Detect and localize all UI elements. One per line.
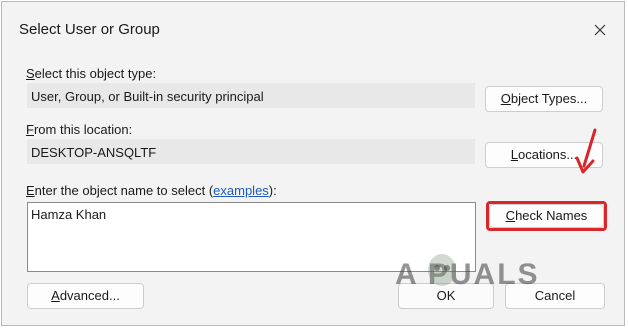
location-field: DESKTOP-ANSQLTF <box>27 139 475 164</box>
object-type-label: Select this object type: <box>26 66 157 81</box>
title-bar: Select User or Group <box>2 2 624 42</box>
dialog-title: Select User or Group <box>19 21 160 38</box>
location-label: From this location: <box>26 122 133 137</box>
examples-link[interactable]: examples <box>213 183 269 198</box>
close-icon <box>594 24 606 36</box>
close-button[interactable] <box>586 16 614 44</box>
select-user-dialog: Select User or Group Select this object … <box>1 1 625 326</box>
object-name-label: Enter the object name to select (example… <box>26 183 277 198</box>
object-name-input[interactable]: Hamza Khan <box>27 202 476 272</box>
object-type-field: User, Group, or Built-in security princi… <box>27 83 475 108</box>
check-names-button[interactable]: Check Names <box>489 204 604 228</box>
object-types-button[interactable]: Object Types... <box>485 86 603 112</box>
red-arrow-icon <box>575 128 597 174</box>
advanced-button[interactable]: Advanced... <box>27 283 144 309</box>
ok-button[interactable]: OK <box>398 283 494 309</box>
cancel-button[interactable]: Cancel <box>505 283 605 309</box>
